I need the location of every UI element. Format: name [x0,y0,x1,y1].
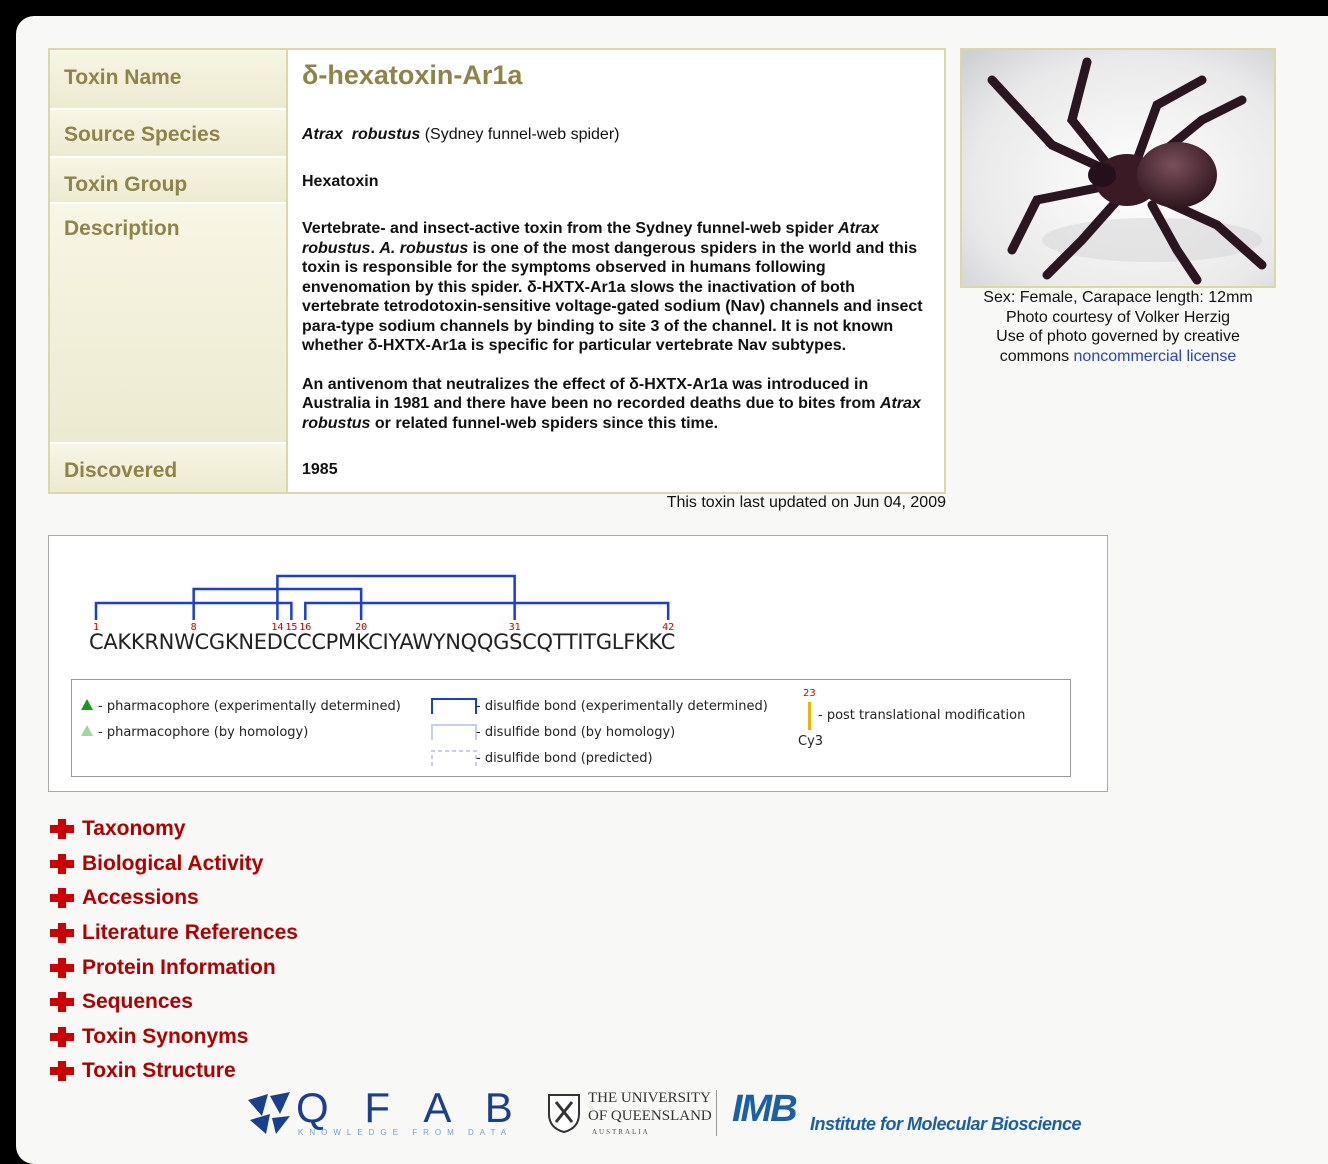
legend-ptm: - post translational modification [818,708,1026,723]
section-label: Taxonomy [82,817,186,841]
section-list: Taxonomy Biological Activity Accessions Lit… [48,812,298,1089]
label-description: Description [50,204,286,444]
legend-pharm-hom: - pharmacophore (by homology) [98,725,309,740]
toxin-name: δ-hexatoxin-Ar1a [302,60,523,90]
expand-plus-icon [50,888,74,909]
label-toxin-name: Toxin Name [50,50,286,110]
expand-plus-icon [50,1026,74,1047]
ds-exp-icon [431,698,477,714]
section-label: Toxin Structure [82,1059,236,1083]
disulfide-bond-14-31 [276,574,516,620]
qfab-wordmark: Q F A B [296,1084,525,1131]
ds-hom-icon [431,724,477,740]
sequence-diagram: 1 8 14 15 16 20 31 42 CAKKRNWCGKNEDCCCPMKCIYAWY… [48,535,1108,792]
ds-pred-icon [431,750,477,766]
photo-caption: Sex: Female, Carapace length: 12mm Photo… [983,289,1253,365]
section-label: Accessions [82,886,199,910]
expand-plus-icon [50,853,74,874]
pharmacophore-exp-icon [81,699,93,710]
uq-line-3: AUSTRALIA [592,1128,650,1136]
legend-ds-exp: - disulfide bond (experimentally determi… [476,699,768,714]
license-link[interactable]: noncommercial license [1074,348,1237,365]
pharmacophore-hom-icon [81,725,93,736]
section-label: Toxin Synonyms [82,1024,249,1048]
ptm-residue: Cy3 [798,734,824,749]
spider-photo [960,48,1276,288]
section-biological-activity[interactable]: Biological Activity [48,847,298,882]
section-label: Protein Information [82,955,276,979]
expand-plus-icon [50,1061,74,1082]
last-updated: This toxin last updated on Jun 04, 2009 [666,494,946,511]
label-discovered: Discovered [50,444,286,492]
ptm-position: 23 [803,688,816,699]
legend-pharm-exp: - pharmacophore (experimentally determin… [98,699,401,714]
label-toxin-group: Toxin Group [50,158,286,204]
section-label: Biological Activity [82,851,264,875]
expand-plus-icon [50,819,74,840]
expand-plus-icon [50,957,74,978]
footer-logos: Q F A B KNOWLEDGE FROM DATA THE UNIVERSI… [246,1084,1106,1142]
expand-plus-icon [50,923,74,944]
legend: - pharmacophore (experimentally determin… [71,679,1071,777]
toxin-group: Hexatoxin [302,173,379,190]
section-toxin-synonyms[interactable]: Toxin Synonyms [48,1020,298,1055]
imb-name: Institute for Molecular Bioscience [810,1114,1082,1134]
toxin-info-table: Toxin Name Source Species Toxin Group De… [48,48,946,494]
section-taxonomy[interactable]: Taxonomy [48,812,298,847]
qfab-logo-icon [248,1092,290,1134]
section-protein-information[interactable]: Protein Information [48,950,298,985]
section-label: Literature References [82,921,298,945]
legend-ds-hom: - disulfide bond (by homology) [476,725,676,740]
toxin-description: Vertebrate- and insect-active toxin from… [302,220,923,432]
section-accessions[interactable]: Accessions [48,881,298,916]
disulfide-bond-16-42 [304,601,670,620]
section-sequences[interactable]: Sequences [48,985,298,1020]
uq-crest-icon [548,1094,580,1134]
ptm-marker [808,702,811,730]
section-label: Sequences [82,990,193,1014]
legend-ds-pred: - disulfide bond (predicted) [476,751,653,766]
imb-abbr: IMB [732,1088,798,1130]
uq-line-2: OF QUEENSLAND [588,1108,712,1124]
source-species: Atrax robustus (Sydney funnel-web spider… [302,126,620,143]
uq-line-1: THE UNIVERSITY [588,1090,711,1106]
expand-plus-icon [50,992,74,1013]
section-toxin-structure[interactable]: Toxin Structure [48,1054,298,1089]
section-literature-references[interactable]: Literature References [48,916,298,951]
qfab-tagline: KNOWLEDGE FROM DATA [298,1128,513,1137]
footer-divider [716,1090,717,1136]
label-column: Toxin Name Source Species Toxin Group De… [50,50,288,492]
sequence-text: CAKKRNWCGKNEDCCCPMKCIYAWYNQQGSCQTTITGLFK… [89,630,676,654]
discovered-year: 1985 [302,461,338,478]
label-source-species: Source Species [50,110,286,158]
